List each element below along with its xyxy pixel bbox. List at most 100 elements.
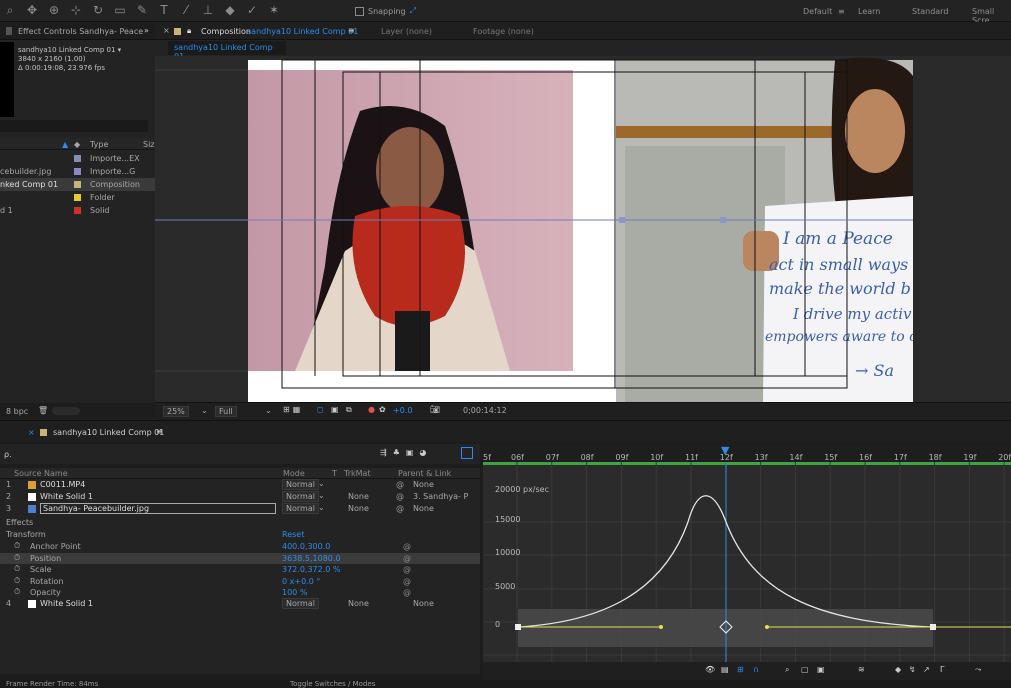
composition-label[interactable]: Composition [201, 27, 251, 36]
pickwhip-icon[interactable]: @ [396, 492, 404, 501]
zoom-fit-icon[interactable]: ▣ [817, 665, 825, 674]
project-item[interactable]: Folder [0, 191, 155, 204]
layer-parent[interactable]: None [413, 504, 434, 513]
chevron-down-icon[interactable]: ⌄ [318, 503, 325, 512]
property-value[interactable]: 100 % [282, 588, 307, 597]
edit-keyframe-icon[interactable]: ◆ [895, 665, 901, 674]
resolution-dropdown[interactable]: Full [215, 406, 237, 417]
panel-overflow-icon[interactable]: » [144, 26, 149, 35]
rotate-tool-icon[interactable]: ↻ [92, 4, 104, 16]
layer-parent[interactable]: 3. Sandhya- P [413, 492, 468, 501]
layer-row[interactable]: 1 C0011.MP4 Normal ⌄ @ None [0, 479, 480, 490]
roto-tool-icon[interactable]: ✓ [246, 4, 258, 16]
chevron-down-icon[interactable]: ⌄ [318, 491, 325, 500]
color-channel-icon[interactable]: ● [368, 405, 375, 414]
layer-name[interactable]: White Solid 1 [40, 492, 93, 501]
col-type[interactable]: Type [90, 140, 108, 149]
project-item[interactable]: nked Comp 01 Composition [0, 178, 155, 191]
effects-group[interactable]: Effects [6, 518, 33, 527]
layer-row[interactable]: 3 Sandhya- Peacebuilder.jpg Normal ⌄ None @ No… [0, 503, 480, 514]
layer-mode[interactable]: Normal [282, 479, 319, 490]
layer-trkmat[interactable]: None [348, 504, 369, 513]
channel-icon[interactable]: ⧉ [346, 405, 352, 415]
col-parent-link[interactable]: Parent & Link [398, 469, 451, 478]
graph-type-icon[interactable]: ▤ [721, 665, 729, 674]
footage-panel-tab[interactable]: Footage (none) [473, 27, 534, 36]
project-search-input[interactable] [0, 120, 148, 132]
col-mode[interactable]: Mode [283, 469, 305, 478]
label-color-swatch[interactable] [74, 207, 81, 214]
playhead-icon[interactable]: ▼ [721, 444, 729, 457]
layer-mode[interactable]: Normal [282, 598, 319, 609]
convert-hold-icon[interactable]: ↯ [909, 665, 916, 674]
puppet-tool-icon[interactable]: ✶ [268, 4, 280, 16]
property-row[interactable]: ⏱︎ Position 3638.5,1080.0 @ [0, 552, 480, 564]
composition-name[interactable]: sandhya10 Linked Comp 01 [247, 27, 358, 36]
exposure-icon[interactable]: ✿ [379, 405, 386, 414]
label-color-swatch[interactable] [74, 194, 81, 201]
show-transform-box-icon[interactable]: ⊞ [737, 665, 744, 674]
timeline-switch-icons[interactable]: ⇶♣▣◕ [380, 448, 432, 457]
item-name[interactable]: sandhya10 Linked Comp 01 ▾ [18, 46, 121, 55]
mask-tool-icon[interactable]: ▭ [114, 4, 126, 16]
sort-up-icon[interactable]: ▲ [62, 140, 68, 149]
effect-controls-tab[interactable]: Effect Controls Sandhya- Peace » [0, 22, 155, 40]
layer-trkmat[interactable]: None [348, 599, 369, 608]
snap-options-icon[interactable]: ⤢ [410, 6, 416, 16]
clone-tool-icon[interactable]: ⊥ [202, 4, 214, 16]
chevron-down-icon[interactable]: ⌄ [318, 479, 325, 488]
layer-row-4[interactable]: 4 White Solid 1 Normal None None [0, 598, 480, 609]
snapping-checkbox[interactable] [355, 6, 364, 16]
pickwhip-icon[interactable]: @ [403, 542, 411, 551]
toggle-switches-modes[interactable]: Toggle Switches / Modes [290, 680, 375, 688]
fit-selection-icon[interactable]: ⌕ [785, 665, 789, 675]
exposure-value[interactable]: +0.0 [393, 406, 412, 415]
snapping-control[interactable]: Snapping ⤢ [355, 6, 416, 16]
layer-parent[interactable]: None [413, 480, 434, 489]
separate-dimensions-icon[interactable]: ≋ [858, 665, 865, 674]
close-icon[interactable]: × [163, 26, 170, 35]
label-color-swatch[interactable] [74, 155, 81, 162]
fit-all-icon[interactable]: ▢ [801, 665, 809, 674]
eye-icon[interactable]: 👁︎ [705, 665, 715, 674]
property-row[interactable]: ⏱︎ Opacity 100 % @ [0, 587, 480, 598]
chevron-down-icon[interactable]: ⌄ [265, 406, 272, 415]
stopwatch-icon[interactable]: ⏱︎ [14, 587, 20, 597]
col-trkmat[interactable]: TrkMat [344, 469, 371, 478]
layer-parent[interactable]: None [413, 599, 434, 608]
stopwatch-icon[interactable]: ⏱︎ [14, 541, 20, 551]
layer-name[interactable]: C0011.MP4 [40, 480, 85, 489]
workspace-default[interactable]: Default [803, 7, 832, 16]
col-source-name[interactable]: Source Name [14, 469, 68, 478]
label-color-swatch[interactable] [74, 181, 81, 188]
eraser-tool-icon[interactable]: ◆ [224, 4, 236, 16]
magnification-dropdown[interactable]: 25% [163, 406, 189, 417]
lock-icon[interactable]: 🔒︎ [187, 26, 191, 36]
time-ruler[interactable]: 5f 06f 07f 08f 09f 10f 11f 12f 13f 14f 15f 16f 17f 18… [483, 444, 1011, 462]
snap-icon[interactable]: ∩ [753, 665, 759, 674]
menu-lines-icon[interactable]: ≡ [156, 427, 163, 436]
grid-icon[interactable]: ▣ [331, 405, 339, 414]
layer-panel-tab[interactable]: Layer (none) [381, 27, 432, 36]
easy-ease-icon[interactable]: ⤳ [975, 665, 981, 675]
property-value[interactable]: 400.0,300.0 [282, 542, 330, 551]
trash-icon[interactable]: 🗑 [38, 406, 48, 415]
graph-editor-icon[interactable] [461, 447, 473, 459]
search-icon[interactable]: ρ. [4, 450, 12, 459]
composition-subtab[interactable]: sandhya10 Linked Comp 01 [168, 41, 286, 61]
snapshot-camera-icon[interactable]: 📷︎ [430, 405, 440, 414]
workspace-standard[interactable]: Standard [912, 7, 948, 16]
menu-lines-icon[interactable]: ≡ [838, 7, 845, 16]
transform-group[interactable]: Transform [6, 530, 46, 539]
composition-viewer[interactable]: I am a Peace act in small ways make the … [155, 56, 1011, 402]
zoom-tool-icon[interactable]: ⌕ [4, 4, 16, 16]
layer-mode[interactable]: Normal [282, 503, 319, 514]
mask-visibility-icon[interactable]: ◻ [317, 405, 324, 414]
property-row[interactable]: ⏱︎ Anchor Point 400.0,300.0 @ [0, 541, 480, 552]
camera-tool-icon[interactable]: ⊕ [48, 4, 60, 16]
property-value[interactable]: 3638.5,1080.0 [282, 554, 341, 563]
layer-name[interactable]: White Solid 1 [40, 599, 93, 608]
auto-bezier-icon[interactable]: ↗ [923, 665, 930, 674]
stopwatch-icon[interactable]: ⏱︎ [14, 576, 20, 586]
pickwhip-icon[interactable]: @ [403, 565, 411, 574]
